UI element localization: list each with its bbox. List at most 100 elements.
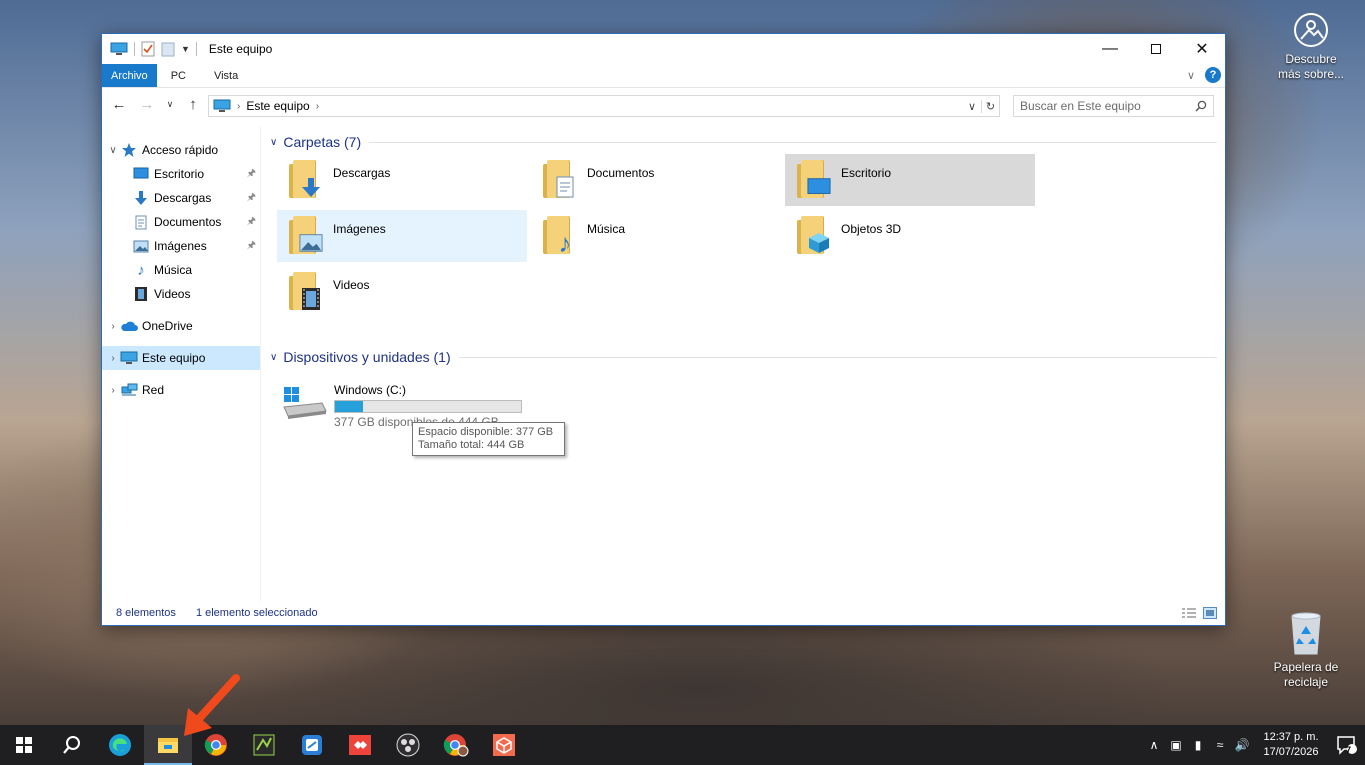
- desktop-icon-spotlight[interactable]: Descubre más sobre...: [1271, 12, 1351, 82]
- forward-button[interactable]: →: [136, 96, 158, 113]
- help-button[interactable]: ?: [1205, 67, 1221, 83]
- film-icon: [299, 288, 323, 310]
- ribbon-tabs: Archivo PC Vista ∨ ?: [102, 64, 1225, 88]
- blue-app-icon: [302, 735, 322, 755]
- tab-archivo[interactable]: Archivo: [102, 64, 157, 87]
- breadcrumb-separator-icon[interactable]: ›: [316, 101, 319, 112]
- up-button[interactable]: ↑: [182, 96, 204, 113]
- download-arrow-icon: [299, 176, 323, 198]
- taskbar-chrome-profile[interactable]: [432, 725, 480, 765]
- start-button[interactable]: [0, 725, 48, 765]
- drive-usage-fill: [335, 401, 364, 412]
- sidebar-item-label: Acceso rápido: [142, 143, 219, 157]
- taskbar-edge[interactable]: [96, 725, 144, 765]
- large-icons-view-icon[interactable]: [1203, 607, 1217, 619]
- folder-tile-musica[interactable]: ♪ Música: [531, 210, 781, 262]
- webcam-icon[interactable]: ▣: [1165, 738, 1187, 752]
- sidebar-item-videos[interactable]: Videos: [102, 282, 260, 306]
- chevron-right-icon[interactable]: ›: [106, 385, 120, 396]
- refresh-icon[interactable]: ↻: [981, 99, 999, 113]
- red-cube-icon: [493, 734, 515, 756]
- sidebar-item-red[interactable]: › Red: [102, 378, 260, 402]
- volume-icon[interactable]: 🔊: [1231, 738, 1253, 752]
- navigation-pane: ∨ Acceso rápido Escritorio 🖈 Descargas 🖈…: [102, 126, 261, 601]
- tooltip-free-space: Espacio disponible: 377 GB: [418, 426, 554, 438]
- folder-tile-descargas[interactable]: Descargas: [277, 154, 527, 206]
- tab-pc[interactable]: PC: [157, 64, 200, 87]
- cube-icon: [807, 232, 831, 254]
- chevron-right-icon[interactable]: ›: [106, 353, 120, 364]
- notification-center-button[interactable]: 7: [1329, 735, 1365, 755]
- maximize-button[interactable]: [1133, 34, 1179, 64]
- sidebar-item-label: Videos: [154, 287, 191, 301]
- content-pane: ∨ Carpetas (7) Descargas Documentos Escr…: [262, 126, 1225, 601]
- pin-icon: 🖈: [246, 215, 256, 227]
- chevron-down-icon[interactable]: ∨: [270, 137, 277, 148]
- taskbar-blue-app[interactable]: [288, 725, 336, 765]
- sidebar-item-onedrive[interactable]: › OneDrive: [102, 314, 260, 338]
- customize-toolbar-icon[interactable]: ▼: [181, 44, 190, 54]
- search-input[interactable]: Buscar en Este equipo: [1013, 95, 1214, 117]
- sidebar-item-quick-access[interactable]: ∨ Acceso rápido: [102, 138, 260, 162]
- status-bar: 8 elementos 1 elemento seleccionado: [102, 601, 1225, 625]
- sidebar-item-label: OneDrive: [142, 319, 193, 333]
- sidebar-item-escritorio[interactable]: Escritorio 🖈: [102, 162, 260, 186]
- minimize-button[interactable]: —: [1087, 34, 1133, 64]
- picture-icon: [132, 238, 150, 254]
- green-app-icon: [253, 734, 275, 756]
- new-folder-icon[interactable]: [161, 41, 175, 57]
- properties-icon[interactable]: [141, 41, 155, 57]
- sidebar-item-label: Documentos: [154, 215, 222, 229]
- sidebar-item-documentos[interactable]: Documentos 🖈: [102, 210, 260, 234]
- battery-icon[interactable]: ▮: [1187, 738, 1209, 752]
- back-button[interactable]: ←: [108, 96, 130, 113]
- recent-locations-button[interactable]: ∨: [164, 99, 176, 110]
- tooltip-total-size: Tamaño total: 444 GB: [418, 439, 525, 451]
- folder-tile-objetos-3d[interactable]: Objetos 3D: [785, 210, 1035, 262]
- taskbar-anydesk[interactable]: [336, 725, 384, 765]
- taskbar-red-cube-app[interactable]: [480, 725, 528, 765]
- document-icon: [553, 176, 577, 198]
- desktop-monitor-icon: [807, 176, 831, 198]
- drive-tooltip: Espacio disponible: 377 GB Tamaño total:…: [412, 422, 565, 456]
- folder-tile-imagenes[interactable]: Imágenes: [277, 210, 527, 262]
- details-view-icon[interactable]: [1181, 607, 1197, 619]
- clock-date: 17/07/2026: [1263, 746, 1319, 758]
- chevron-down-icon[interactable]: ∨: [270, 352, 277, 363]
- folder-icon: ♪: [541, 214, 577, 258]
- wifi-icon[interactable]: ≈: [1209, 738, 1231, 752]
- address-dropdown-icon[interactable]: ∨: [963, 100, 981, 113]
- close-button[interactable]: ✕: [1179, 34, 1225, 64]
- sidebar-item-label: Red: [142, 383, 165, 397]
- sidebar-item-imagenes[interactable]: Imágenes 🖈: [102, 234, 260, 258]
- sidebar-item-label: Este equipo: [142, 351, 206, 365]
- chevron-down-icon[interactable]: ∨: [106, 145, 120, 156]
- chevron-right-icon[interactable]: ›: [106, 321, 120, 332]
- address-bar[interactable]: › Este equipo › ∨ ↻: [208, 95, 1000, 117]
- folder-tile-videos[interactable]: Videos: [277, 266, 527, 318]
- star-icon: [120, 142, 138, 158]
- desktop-icon-recycle-bin[interactable]: Papelera de reciclaje: [1266, 610, 1346, 690]
- sidebar-item-descargas[interactable]: Descargas 🖈: [102, 186, 260, 210]
- folder-tile-escritorio[interactable]: Escritorio: [785, 154, 1035, 206]
- expand-ribbon-icon[interactable]: ∨: [1187, 69, 1195, 82]
- tab-vista[interactable]: Vista: [200, 64, 252, 87]
- breadcrumb[interactable]: Este equipo: [246, 99, 309, 113]
- folder-icon: [541, 158, 577, 202]
- title-bar[interactable]: ▼ Este equipo — ✕: [102, 34, 1225, 64]
- show-hidden-icons-icon[interactable]: ∧: [1143, 738, 1165, 752]
- sidebar-item-musica[interactable]: ♪ Música: [102, 258, 260, 282]
- taskbar-obs[interactable]: [384, 725, 432, 765]
- annotation-arrow: [184, 674, 240, 736]
- clock[interactable]: 12:37 p. m. 17/07/2026: [1253, 730, 1329, 760]
- file-explorer-window: ▼ Este equipo — ✕ Archivo PC Vista ∨ ? ←…: [101, 33, 1226, 626]
- folder-icon: [287, 214, 323, 258]
- group-title: Carpetas (7): [283, 134, 362, 150]
- folder-tile-documentos[interactable]: Documentos: [531, 154, 781, 206]
- folders-group-header[interactable]: ∨ Carpetas (7): [262, 130, 1225, 154]
- taskbar-search-button[interactable]: [48, 725, 96, 765]
- sidebar-item-este-equipo[interactable]: › Este equipo: [102, 346, 260, 370]
- spotlight-camera-icon: [1294, 13, 1328, 47]
- breadcrumb-separator-icon[interactable]: ›: [237, 101, 240, 112]
- devices-group-header[interactable]: ∨ Dispositivos y unidades (1): [262, 345, 1225, 369]
